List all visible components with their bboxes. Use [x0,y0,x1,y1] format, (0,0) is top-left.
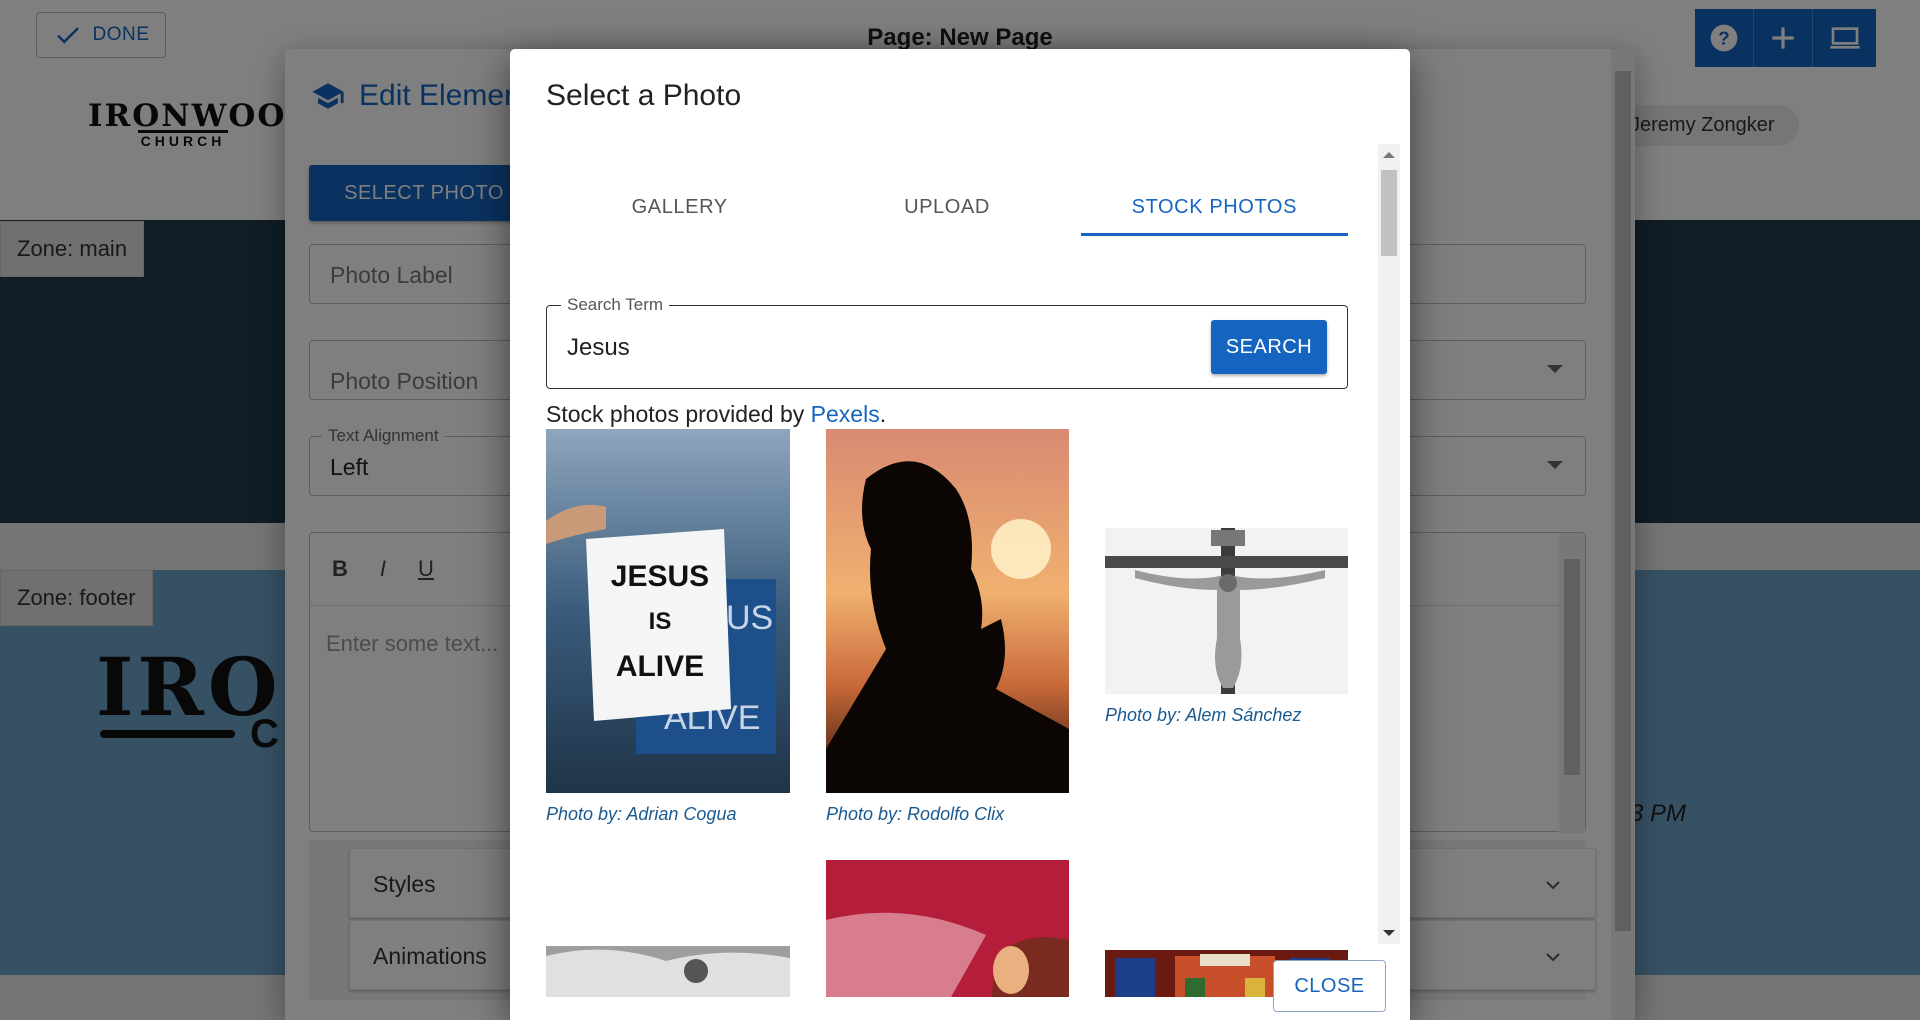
photo-thumbnail: US ALIVE JESUS IS ALIVE [546,429,790,793]
attribution-text: Stock photos provided by [546,401,811,427]
photo-credit-3[interactable]: Photo by: Alem Sánchez [1105,705,1301,726]
dialog-content: GALLERY UPLOAD STOCK PHOTOS Search Term … [510,144,1410,997]
pexels-link[interactable]: Pexels [811,401,880,427]
dialog-scrollbar[interactable] [1378,144,1400,944]
tab-stock-photos[interactable]: STOCK PHOTOS [1080,174,1349,236]
photo-thumbnail [546,946,790,997]
search-input[interactable] [565,328,1165,368]
sign-line-2: IS [649,608,672,635]
stock-photo-3[interactable] [1105,528,1348,694]
photo-thumbnail [826,429,1069,793]
stock-attribution: Stock photos provided by Pexels. [546,401,886,428]
tab-gallery[interactable]: GALLERY [546,174,813,236]
photo-thumbnail [826,860,1069,997]
photo-credit-2[interactable]: Photo by: Rodolfo Clix [826,804,1004,825]
select-photo-dialog: Select a Photo GALLERY UPLOAD STOCK PHOT… [510,49,1410,1020]
scroll-up-icon[interactable] [1383,152,1395,158]
stock-photo-5[interactable] [826,860,1069,997]
close-button[interactable]: CLOSE [1273,960,1386,1012]
tab-upload[interactable]: UPLOAD [813,174,1080,236]
photo-credit-1[interactable]: Photo by: Adrian Cogua [546,804,736,825]
attribution-period: . [879,401,887,427]
scroll-down-icon[interactable] [1383,930,1395,936]
search-term-legend: Search Term [561,295,670,315]
search-button[interactable]: SEARCH [1211,320,1327,374]
stock-photo-2[interactable] [826,429,1069,793]
dialog-title: Select a Photo [546,79,742,112]
photo-source-tabs: GALLERY UPLOAD STOCK PHOTOS [546,174,1349,236]
dialog-scroll-thumb[interactable] [1381,170,1397,256]
photo-thumbnail [1105,528,1348,694]
svg-text:US: US [726,599,773,637]
stock-photo-4[interactable] [546,946,790,997]
search-term-field: Search Term SEARCH [546,295,1348,389]
stock-photo-1[interactable]: US ALIVE JESUS IS ALIVE [546,429,790,793]
sign-line-1: JESUS [611,560,709,593]
sign-line-3: ALIVE [616,650,704,683]
